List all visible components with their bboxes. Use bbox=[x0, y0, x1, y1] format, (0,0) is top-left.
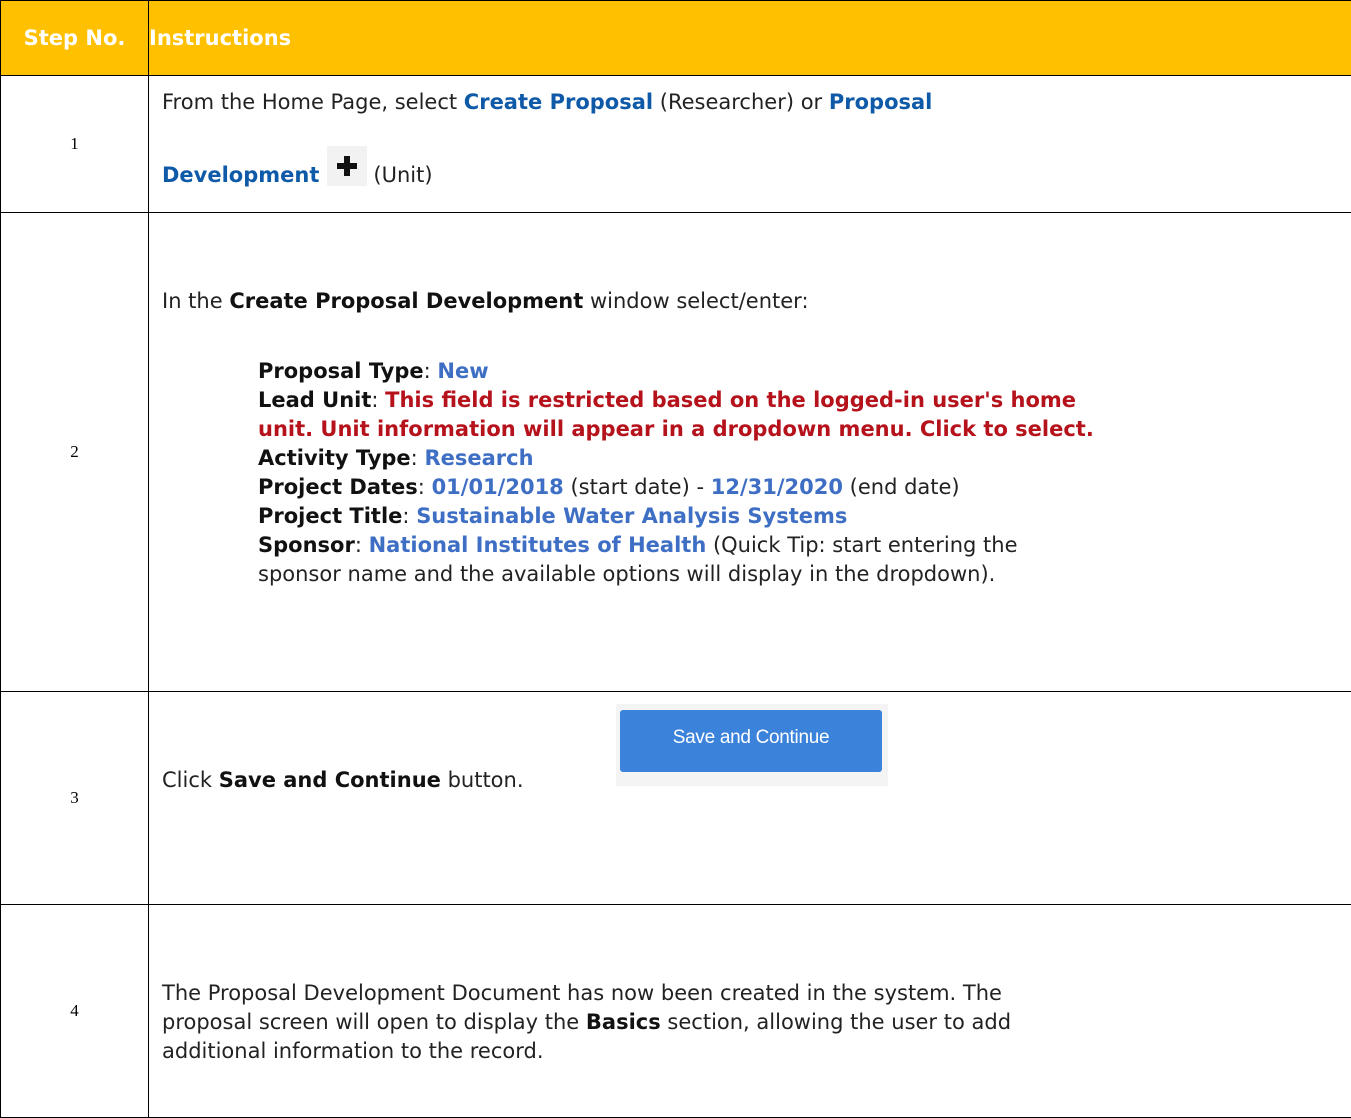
plus-icon[interactable] bbox=[327, 146, 368, 186]
lead-unit-line: Lead Unit: This field is restricted base… bbox=[258, 388, 1077, 412]
project-dates-label: Project Dates bbox=[258, 475, 418, 499]
instructions-table: Step No. Instructions 1 From the Home Pa… bbox=[0, 0, 1351, 1118]
activity-type-value: Research bbox=[424, 446, 534, 470]
step-instructions: From the Home Page, select Create Propos… bbox=[148, 75, 1351, 213]
step2-intro-pre: In the bbox=[162, 289, 230, 313]
project-title-value: Sustainable Water Analysis Systems bbox=[416, 504, 848, 528]
proposal-development-link-part2[interactable]: Development bbox=[162, 163, 319, 187]
step2-intro: In the Create Proposal Development windo… bbox=[162, 289, 809, 313]
create-proposal-link[interactable]: Create Proposal bbox=[464, 90, 653, 114]
save-button-screenshot: Save and Continue bbox=[616, 704, 888, 786]
step4-line1: The Proposal Development Document has no… bbox=[162, 981, 1002, 1005]
lead-unit-note-line1: This field is restricted based on the lo… bbox=[385, 388, 1077, 412]
basics-section-name: Basics bbox=[585, 1010, 661, 1034]
step-instructions: The Proposal Development Document has no… bbox=[148, 904, 1351, 1118]
step-row-3: 3 Save and Continue Click Save and Conti… bbox=[0, 691, 1351, 905]
start-date-value: 01/01/2018 bbox=[431, 475, 564, 499]
sponsor-line: Sponsor: National Institutes of Health (… bbox=[258, 533, 1018, 557]
lead-unit-line2: unit. Unit information will appear in a … bbox=[258, 415, 1094, 444]
activity-type-line: Activity Type: Research bbox=[258, 446, 534, 470]
step2-intro-window: Create Proposal Development bbox=[229, 289, 584, 313]
step4-line2: proposal screen will open to display the… bbox=[162, 1008, 1011, 1037]
step-number: 4 bbox=[0, 904, 149, 1118]
proposal-type-line: Proposal Type: New bbox=[258, 359, 489, 383]
step1-intro: From the Home Page, select bbox=[162, 90, 464, 114]
sponsor-tip-line1: (Quick Tip: start entering the bbox=[706, 533, 1018, 557]
step2-intro-post: window select/enter: bbox=[583, 289, 809, 313]
step4-line3: additional information to the record. bbox=[162, 1039, 544, 1063]
step3-post: button. bbox=[440, 768, 524, 792]
step4-line2-post: section, allowing the user to add bbox=[660, 1010, 1012, 1034]
step4-text: The Proposal Development Document has no… bbox=[162, 979, 1011, 1066]
end-date-value: 12/31/2020 bbox=[710, 475, 843, 499]
project-title-line: Project Title: Sustainable Water Analysi… bbox=[258, 504, 848, 528]
step-instructions: Save and Continue Click Save and Continu… bbox=[148, 691, 1351, 905]
field-list: Proposal Type: New Lead Unit: This field… bbox=[162, 357, 1094, 589]
step3-pre: Click bbox=[162, 768, 219, 792]
proposal-development-link-part1[interactable]: Proposal bbox=[829, 90, 933, 114]
sponsor-tip-line2: sponsor name and the available options w… bbox=[258, 562, 996, 586]
step1-line2: Development (Unit) bbox=[162, 146, 433, 187]
step3-button-name: Save and Continue bbox=[218, 768, 441, 792]
step-row-2: 2 In the Create Proposal Development win… bbox=[0, 212, 1351, 692]
proposal-type-value: New bbox=[437, 359, 489, 383]
step4-line2-pre: proposal screen will open to display the bbox=[162, 1010, 586, 1034]
step1-mid: (Researcher) or bbox=[653, 90, 829, 114]
end-date-note: (end date) bbox=[842, 475, 960, 499]
step-number: 1 bbox=[0, 75, 149, 213]
start-date-note: (start date) - bbox=[563, 475, 711, 499]
instructions-header: Instructions bbox=[148, 0, 1351, 76]
sponsor-label: Sponsor bbox=[258, 533, 355, 557]
activity-type-label: Activity Type bbox=[258, 446, 411, 470]
step-number-header: Step No. bbox=[0, 0, 149, 76]
step-instructions: In the Create Proposal Development windo… bbox=[148, 212, 1351, 692]
header-row: Step No. Instructions bbox=[0, 0, 1351, 76]
sponsor-value: National Institutes of Health bbox=[368, 533, 707, 557]
step-row-1: 1 From the Home Page, select Create Prop… bbox=[0, 75, 1351, 213]
step1-unit: (Unit) bbox=[373, 163, 433, 187]
lead-unit-note-line2: unit. Unit information will appear in a … bbox=[258, 417, 1094, 441]
step3-text: Click Save and Continue button. bbox=[162, 768, 524, 792]
project-dates-line: Project Dates: 01/01/2018 (start date) -… bbox=[258, 475, 960, 499]
step-number: 2 bbox=[0, 212, 149, 692]
step-number: 3 bbox=[0, 691, 149, 905]
project-title-label: Project Title bbox=[258, 504, 403, 528]
step-row-4: 4 The Proposal Development Document has … bbox=[0, 904, 1351, 1118]
lead-unit-label: Lead Unit bbox=[258, 388, 372, 412]
save-and-continue-button[interactable]: Save and Continue bbox=[620, 710, 882, 772]
step1-line1: From the Home Page, select Create Propos… bbox=[162, 90, 932, 114]
proposal-type-label: Proposal Type bbox=[258, 359, 424, 383]
